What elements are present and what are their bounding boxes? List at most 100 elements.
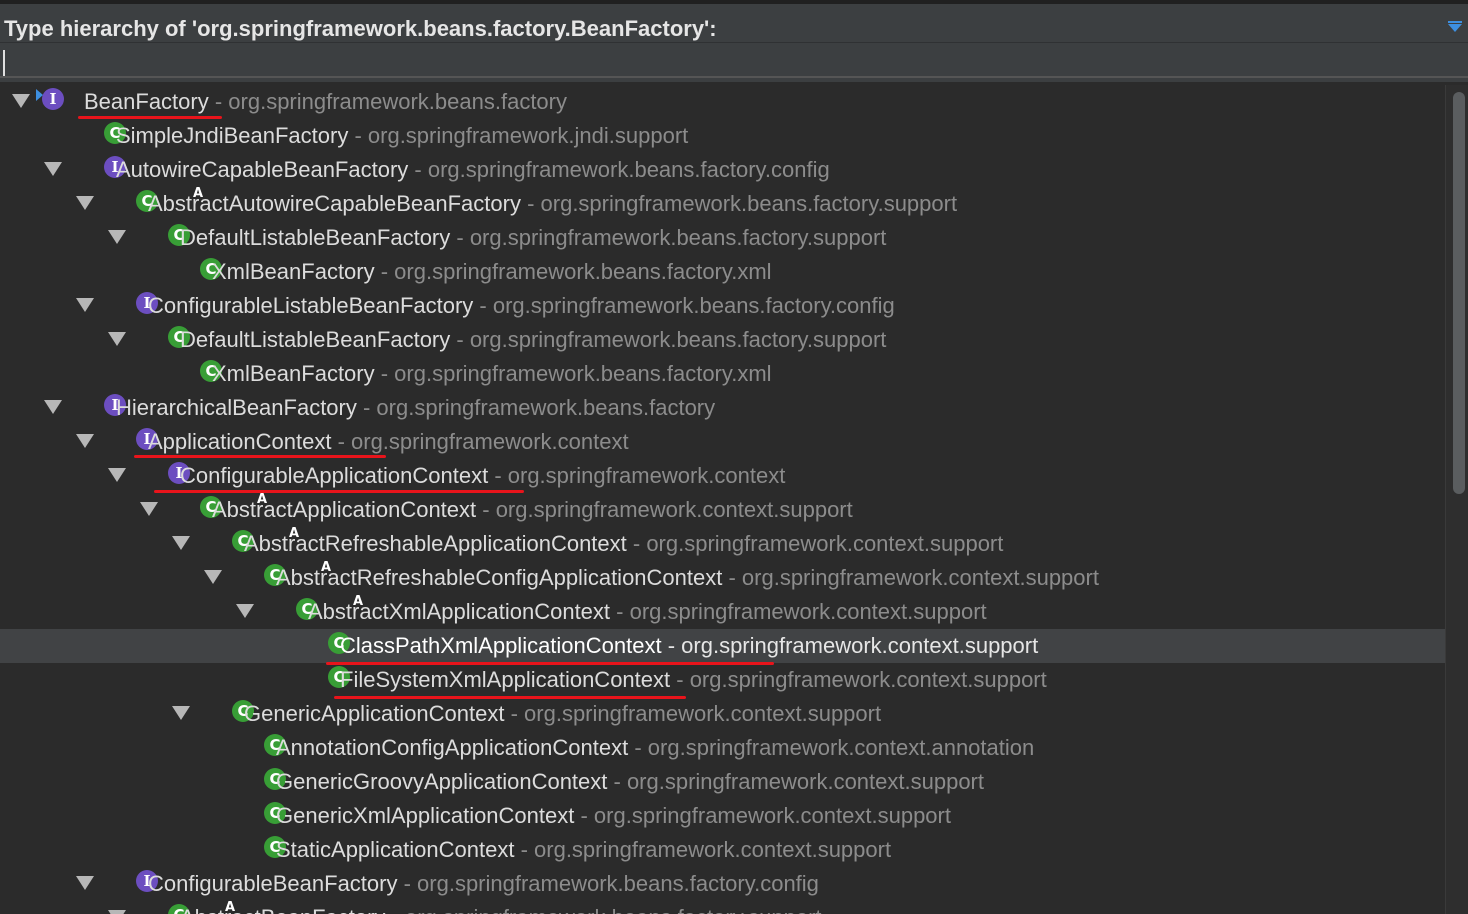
- package-name: - org.springframework.beans.factory.xml: [374, 361, 772, 386]
- tree-item-label: DefaultListableBeanFactory - org.springf…: [180, 327, 886, 353]
- tree-row[interactable]: I AutowireCapableBeanFactory - org.spring…: [0, 153, 1446, 187]
- scrollbar-thumb[interactable]: [1453, 92, 1465, 494]
- type-name: GenericApplicationContext: [244, 701, 505, 726]
- expand-arrow-icon[interactable]: [236, 604, 254, 618]
- package-name: - org.springframework.context.support: [574, 803, 951, 828]
- package-name: - org.springframework.beans.factory.supp…: [450, 327, 887, 352]
- expand-arrow-icon[interactable]: [76, 434, 94, 448]
- tree-row[interactable]: I HierarchicalBeanFactory - org.springfra…: [0, 391, 1446, 425]
- type-name: AbstractAutowireCapableBeanFactory: [148, 191, 521, 216]
- expand-arrow-icon[interactable]: [44, 162, 62, 176]
- tree-item-label: AbstractRefreshableConfigApplicationCont…: [276, 565, 1099, 591]
- expand-arrow-icon[interactable]: [172, 536, 190, 550]
- tree-row[interactable]: CAAbstractBeanFactory - org.springframew…: [0, 901, 1446, 914]
- tree-row[interactable]: C StaticApplicationContext - org.springfr…: [0, 833, 1446, 867]
- package-name: - org.springframework.context.support: [476, 497, 853, 522]
- tree-item-label: AutowireCapableBeanFactory - org.springf…: [116, 157, 830, 183]
- package-name: - org.springframework.beans.factory: [356, 395, 716, 420]
- package-name: - org.springframework.context.support: [610, 599, 987, 624]
- tree-row[interactable]: I ConfigurableApplicationContext - org.sp…: [0, 459, 1446, 493]
- tree-row[interactable]: C FileSystemXmlApplicationContext - org.s…: [0, 663, 1446, 699]
- type-name: ConfigurableBeanFactory: [148, 871, 398, 896]
- type-name: XmlBeanFactory: [212, 361, 375, 386]
- tree-row[interactable]: C ClassPathXmlApplicationContext - org.sp…: [0, 629, 1446, 665]
- tree-item-label: AbstractBeanFactory - org.springframewor…: [180, 905, 822, 914]
- implementation-marker-icon: [36, 89, 43, 101]
- tree-row[interactable]: C A AbstractAutowireCapableBeanFactory - o…: [0, 187, 1446, 221]
- tree-row[interactable]: C AnnotationConfigApplicationContext - or…: [0, 731, 1446, 765]
- expand-arrow-icon[interactable]: [44, 400, 62, 414]
- expand-arrow-icon[interactable]: [172, 706, 190, 720]
- type-name: XmlBeanFactory: [212, 259, 375, 284]
- type-name: SimpleJndiBeanFactory: [116, 123, 349, 148]
- package-name: - org.springframework.context: [488, 463, 786, 488]
- tree-row[interactable]: C GenericApplicationContext - org.springf…: [0, 697, 1446, 731]
- package-name: - org.springframework.context.support: [722, 565, 1099, 590]
- expand-arrow-icon[interactable]: [76, 298, 94, 312]
- tree-row[interactable]: I ConfigurableListableBeanFactory - org.s…: [0, 289, 1446, 323]
- package-name: - org.springframework.beans.factory.supp…: [520, 191, 958, 216]
- tree-row[interactable]: C A AbstractXmlApplicationContext - org.sp…: [0, 595, 1446, 629]
- tree-row[interactable]: C A AbstractApplicationContext - org.sprin…: [0, 493, 1446, 527]
- package-name: - org.springframework.beans.factory.supp…: [450, 225, 887, 250]
- type-hierarchy-tree[interactable]: I BeanFactory - org.springframework.beans…: [0, 85, 1446, 914]
- tree-row[interactable]: C DefaultListableBeanFactory - org.spring…: [0, 221, 1446, 255]
- package-name: - org.springframework.beans.factory.conf…: [473, 293, 895, 318]
- tree-item-label: BeanFactory - org.springframework.beans.…: [84, 89, 567, 115]
- package-name: - org.springframework.beans.factory: [208, 89, 567, 114]
- tree-item-label: GenericXmlApplicationContext - org.sprin…: [276, 803, 951, 829]
- type-name: AnnotationConfigApplicationContext: [276, 735, 629, 760]
- type-name: DefaultListableBeanFactory: [180, 327, 451, 352]
- tree-row[interactable]: C GenericGroovyApplicationContext - org.s…: [0, 765, 1446, 799]
- tree-row[interactable]: C SimpleJndiBeanFactory - org.springframe…: [0, 119, 1446, 153]
- expand-arrow-icon[interactable]: [108, 468, 126, 482]
- type-name: AutowireCapableBeanFactory: [116, 157, 409, 182]
- type-name: AbstractXmlApplicationContext: [308, 599, 611, 624]
- tree-item-label: SimpleJndiBeanFactory - org.springframew…: [116, 123, 688, 149]
- package-name: - org.springframework.context.support: [504, 701, 882, 726]
- expand-arrow-icon[interactable]: [108, 332, 126, 346]
- type-name: GenericGroovyApplicationContext: [276, 769, 608, 794]
- tree-row[interactable]: C GenericXmlApplicationContext - org.spri…: [0, 799, 1446, 833]
- red-underline-annotation: [134, 455, 386, 458]
- interface-icon: I: [42, 88, 64, 110]
- type-name: DefaultListableBeanFactory: [180, 225, 451, 250]
- tree-row[interactable]: I BeanFactory - org.springframework.beans…: [0, 85, 1446, 119]
- tree-item-label: ConfigurableApplicationContext - org.spr…: [180, 463, 785, 489]
- tree-row[interactable]: I ApplicationContext - org.springframewor…: [0, 425, 1446, 459]
- expand-arrow-icon[interactable]: [108, 230, 126, 244]
- package-name: - org.springframework.beans.factory.conf…: [397, 871, 819, 896]
- package-name: - org.springframework.beans.factory.xml: [374, 259, 772, 284]
- tree-row[interactable]: C A AbstractRefreshableApplicationContext …: [0, 527, 1446, 561]
- tree-row[interactable]: C DefaultListableBeanFactory - org.spring…: [0, 323, 1446, 357]
- tree-item-label: StaticApplicationContext - org.springfra…: [276, 837, 891, 863]
- tree-item-label: XmlBeanFactory - org.springframework.bea…: [212, 259, 772, 285]
- type-name: AbstractApplicationContext: [212, 497, 477, 522]
- expand-arrow-icon[interactable]: [108, 910, 126, 914]
- package-name: - org.springframework.context: [331, 429, 629, 454]
- expand-arrow-icon[interactable]: [76, 876, 94, 890]
- tree-row[interactable]: C XmlBeanFactory - org.springframework.be…: [0, 255, 1446, 289]
- expand-arrow-icon[interactable]: [140, 502, 158, 516]
- expand-arrow-icon[interactable]: [204, 570, 222, 584]
- dropdown-arrow-icon[interactable]: [1448, 21, 1462, 32]
- type-name: HierarchicalBeanFactory: [116, 395, 357, 420]
- tree-row[interactable]: C XmlBeanFactory - org.springframework.be…: [0, 357, 1446, 391]
- type-name: AbstractRefreshableConfigApplicationCont…: [276, 565, 723, 590]
- type-name: ApplicationContext: [148, 429, 332, 454]
- package-name: - org.springframework.context.annotation: [628, 735, 1035, 760]
- type-name: GenericXmlApplicationContext: [276, 803, 575, 828]
- type-name: FileSystemXmlApplicationContext: [340, 667, 671, 692]
- expand-arrow-icon[interactable]: [76, 196, 94, 210]
- search-input[interactable]: [0, 42, 1468, 78]
- type-name: StaticApplicationContext: [276, 837, 515, 862]
- tree-item-label: AnnotationConfigApplicationContext - org…: [276, 735, 1034, 761]
- expand-arrow-icon[interactable]: [12, 94, 30, 108]
- tree-item-label: AbstractApplicationContext - org.springf…: [212, 497, 853, 523]
- tree-row[interactable]: I ConfigurableBeanFactory - org.springfra…: [0, 867, 1446, 901]
- package-name: - org.springframework.context.support: [607, 769, 985, 794]
- tree-row[interactable]: C A AbstractRefreshableConfigApplicationCo…: [0, 561, 1446, 595]
- tree-item-label: GenericGroovyApplicationContext - org.sp…: [276, 769, 984, 795]
- package-name: - org.springframework.context.support: [670, 667, 1047, 692]
- tree-item-label: AbstractRefreshableApplicationContext - …: [244, 531, 1003, 557]
